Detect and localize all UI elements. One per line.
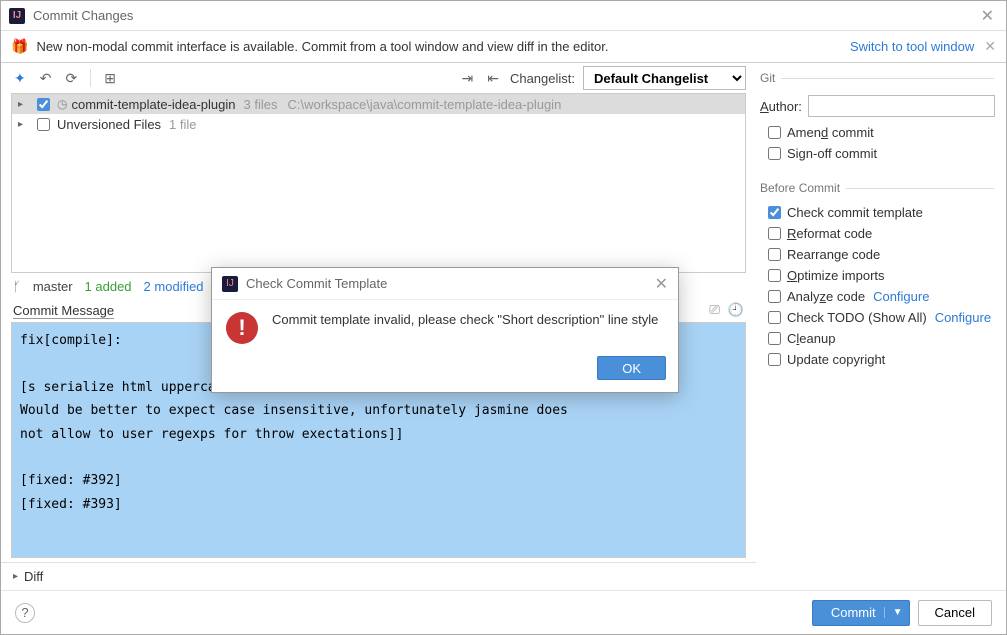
checkbox-signoff[interactable] xyxy=(768,147,781,160)
tree-item-path: C:\workspace\java\commit-template-idea-p… xyxy=(287,97,561,112)
changelist-label: Changelist: xyxy=(510,71,575,86)
copyright-label: Update copyright xyxy=(787,352,885,367)
close-icon[interactable]: ✕ xyxy=(977,6,998,26)
switch-tool-window-link[interactable]: Switch to tool window xyxy=(850,39,974,54)
refresh-icon[interactable]: ⟳ xyxy=(62,68,80,89)
error-message: Commit template invalid, please check "S… xyxy=(272,312,658,327)
amend-label: Amend commit xyxy=(787,125,874,140)
branch-name: master xyxy=(33,279,73,294)
signoff-label: Sign-off commit xyxy=(787,146,877,161)
error-dialog-title: Check Commit Template xyxy=(246,276,647,291)
commit-button[interactable]: Commit ▼ xyxy=(812,600,910,626)
commit-options-panel: Git Author: Amend commit Sign-off commit… xyxy=(756,63,1006,590)
commit-button-label: Commit xyxy=(831,605,876,620)
group-icon[interactable]: ⊞ xyxy=(101,68,119,89)
diff-section[interactable]: ▸ Diff xyxy=(1,562,756,590)
diff-label: Diff xyxy=(24,569,43,584)
app-icon: IJ xyxy=(222,276,238,292)
checkbox-optimize[interactable] xyxy=(768,269,781,282)
modified-count: 2 modified xyxy=(144,279,204,294)
close-icon[interactable]: ✕ xyxy=(655,274,668,294)
changes-tree[interactable]: ▸ ◷ commit-template-idea-plugin 3 files … xyxy=(11,93,746,273)
checkbox-rearrange[interactable] xyxy=(768,248,781,261)
window-title: Commit Changes xyxy=(33,8,977,23)
checkbox-unversioned[interactable] xyxy=(37,118,50,131)
folder-icon: ◷ xyxy=(57,97,67,111)
tree-item-name: Unversioned Files xyxy=(57,117,161,132)
rearrange-label: Rearrange code xyxy=(787,247,880,262)
checkbox-root[interactable] xyxy=(37,98,50,111)
before-commit-section-label: Before Commit xyxy=(760,181,994,195)
branch-icon: ᚶ xyxy=(13,279,21,294)
changes-toolbar: ✦ ↶ ⟳ ⊞ ⇥ ⇤ Changelist: Default Changeli… xyxy=(1,63,756,93)
analyze-configure-link[interactable]: Configure xyxy=(873,289,929,304)
dialog-footer: ? Commit ▼ Cancel xyxy=(1,590,1006,634)
commit-icon-template[interactable]: ⎚ xyxy=(709,302,719,318)
tree-row-root[interactable]: ▸ ◷ commit-template-idea-plugin 3 files … xyxy=(12,94,745,114)
author-input[interactable] xyxy=(808,95,995,117)
titlebar: IJ Commit Changes ✕ xyxy=(1,1,1006,31)
cancel-button[interactable]: Cancel xyxy=(918,600,992,626)
checkbox-analyze[interactable] xyxy=(768,290,781,303)
expander-icon[interactable]: ▸ xyxy=(13,571,18,582)
author-label: Author: xyxy=(760,99,802,114)
collapse-icon[interactable]: ⇥ xyxy=(458,68,476,89)
separator xyxy=(90,69,91,87)
checkbox-reformat[interactable] xyxy=(768,227,781,240)
banner-close-icon[interactable]: ✕ xyxy=(984,38,996,55)
expand-icon[interactable]: ⇤ xyxy=(484,68,502,89)
changelist-select[interactable]: Default Changelist xyxy=(583,66,746,90)
checkbox-todo[interactable] xyxy=(768,311,781,324)
ok-button[interactable]: OK xyxy=(597,356,666,380)
undo-icon[interactable]: ↶ xyxy=(37,68,55,89)
optimize-label: Optimize imports xyxy=(787,268,885,283)
history-icon[interactable]: 🕘 xyxy=(728,302,744,318)
checkbox-check-template[interactable] xyxy=(768,206,781,219)
checkbox-copyright[interactable] xyxy=(768,353,781,366)
tree-item-count: 3 files xyxy=(244,97,278,112)
app-icon: IJ xyxy=(9,8,25,24)
checkbox-cleanup[interactable] xyxy=(768,332,781,345)
help-icon[interactable]: ? xyxy=(15,603,35,623)
tree-row-unversioned[interactable]: ▸ Unversioned Files 1 file xyxy=(12,114,745,134)
todo-configure-link[interactable]: Configure xyxy=(935,310,991,325)
add-icon[interactable]: ✦ xyxy=(11,68,29,89)
error-dialog-titlebar: IJ Check Commit Template ✕ xyxy=(212,268,678,300)
tree-item-name: commit-template-idea-plugin xyxy=(71,97,235,112)
error-icon: ! xyxy=(226,312,258,344)
tree-item-count: 1 file xyxy=(169,117,196,132)
todo-label: Check TODO (Show All) xyxy=(787,310,927,325)
gift-icon: 🎁 xyxy=(11,38,28,55)
expander-icon[interactable]: ▸ xyxy=(18,99,30,110)
cleanup-label: Cleanup xyxy=(787,331,835,346)
reformat-label: Reformat code xyxy=(787,226,872,241)
checkbox-amend[interactable] xyxy=(768,126,781,139)
banner-text: New non-modal commit interface is availa… xyxy=(36,39,850,54)
dropdown-arrow-icon[interactable]: ▼ xyxy=(884,607,903,618)
info-banner: 🎁 New non-modal commit interface is avai… xyxy=(1,31,1006,63)
added-count: 1 added xyxy=(85,279,132,294)
commit-message-label: Commit Message xyxy=(13,303,114,318)
check-template-label: Check commit template xyxy=(787,205,923,220)
expander-icon[interactable]: ▸ xyxy=(18,119,30,130)
git-section-label: Git xyxy=(760,71,994,85)
analyze-label: Analyze code xyxy=(787,289,865,304)
error-dialog: IJ Check Commit Template ✕ ! Commit temp… xyxy=(211,267,679,393)
